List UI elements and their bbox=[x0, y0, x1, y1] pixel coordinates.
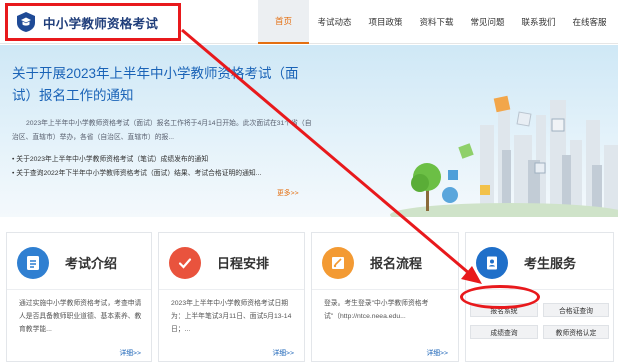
card-body: 登录。考生登录"中小学教师资格考试"（http://ntce.neea.edu.… bbox=[324, 300, 429, 320]
notice-list: 关于2023年上半年中小学教师资格考试（笔试）成绩发布的通知 关于查询2022年… bbox=[12, 153, 312, 181]
site-logo[interactable]: 中小学教师资格考试 bbox=[5, 3, 181, 41]
card-title: 报名流程 bbox=[370, 256, 423, 271]
notice-summary: 2023年上半年中小学教师资格考试（面试）报名工作将于4月14日开始。此次面试在… bbox=[12, 120, 312, 141]
score-query-button[interactable]: 成绩查询 bbox=[470, 325, 538, 339]
nav-contact[interactable]: 联系我们 bbox=[513, 0, 564, 44]
card-more-link[interactable]: 详细>> bbox=[119, 347, 141, 357]
nav-policy[interactable]: 项目政策 bbox=[360, 0, 411, 44]
card-more-link[interactable]: 详细>> bbox=[272, 347, 294, 357]
card-body: 2023年上半年中小学教师资格考试日期为：上半年笔试3月11日、面试5月13-1… bbox=[171, 300, 292, 333]
nav-online-service[interactable]: 在线客服 bbox=[564, 0, 615, 44]
checkmark-icon bbox=[169, 247, 201, 279]
highlight-circle bbox=[460, 285, 540, 309]
card-title: 日程安排 bbox=[217, 256, 270, 271]
nav-home[interactable]: 首页 bbox=[258, 0, 309, 44]
featured-notice: 关于开展2023年上半年中小学教师资格考试（面试）报名工作的通知 2023年上半… bbox=[12, 63, 312, 181]
card-more-link[interactable]: 详细>> bbox=[426, 347, 448, 357]
certificate-query-button[interactable]: 合格证查询 bbox=[543, 303, 609, 317]
notice-list-item[interactable]: 关于查询2022年下半年中小学教师资格考试（面试）结果、考试合格证明的通知... bbox=[12, 167, 310, 181]
card-exam-intro[interactable]: 考试介绍 通过实施中小学教师资格考试，考查申请人是否具备教师职业道德、基本素养、… bbox=[6, 232, 152, 362]
card-divider bbox=[159, 289, 304, 290]
hero-banner: 关于开展2023年上半年中小学教师资格考试（面试）报名工作的通知 2023年上半… bbox=[0, 45, 618, 217]
teacher-certification-button[interactable]: 教师资格认定 bbox=[543, 325, 609, 339]
contact-book-icon bbox=[476, 247, 508, 279]
card-divider bbox=[7, 289, 151, 290]
main-nav: 首页 考试动态 项目政策 资料下载 常见问题 联系我们 在线客服 bbox=[258, 0, 615, 44]
signup-form-icon bbox=[322, 247, 354, 279]
logo-title: 中小学教师资格考试 bbox=[43, 16, 159, 31]
nav-downloads[interactable]: 资料下载 bbox=[411, 0, 462, 44]
nav-faq[interactable]: 常见问题 bbox=[462, 0, 513, 44]
logo-emblem-icon bbox=[17, 12, 35, 32]
feature-cards: 考试介绍 通过实施中小学教师资格考试，考查申请人是否具备教师职业道德、基本素养、… bbox=[0, 232, 618, 362]
exam-intro-icon bbox=[17, 247, 49, 279]
notice-list-item[interactable]: 关于2023年上半年中小学教师资格考试（笔试）成绩发布的通知 bbox=[12, 153, 310, 167]
card-schedule[interactable]: 日程安排 2023年上半年中小学教师资格考试日期为：上半年笔试3月11日、面试5… bbox=[158, 232, 305, 362]
card-title: 考试介绍 bbox=[65, 256, 118, 271]
card-process[interactable]: 报名流程 登录。考生登录"中小学教师资格考试"（http://ntce.neea… bbox=[311, 232, 459, 362]
card-body: 通过实施中小学教师资格考试，考查申请人是否具备教师职业道德、基本素养、教育教学能… bbox=[19, 300, 142, 333]
nav-exam-news[interactable]: 考试动态 bbox=[309, 0, 360, 44]
notice-title[interactable]: 关于开展2023年上半年中小学教师资格考试（面试）报名工作的通知 bbox=[12, 63, 312, 107]
card-title: 考生服务 bbox=[524, 256, 577, 271]
site-header: 中小学教师资格考试 首页 考试动态 项目政策 资料下载 常见问题 联系我们 在线… bbox=[0, 0, 618, 44]
card-divider bbox=[312, 289, 458, 290]
more-link[interactable]: 更多>> bbox=[277, 187, 299, 197]
banner-illustration bbox=[390, 95, 618, 217]
